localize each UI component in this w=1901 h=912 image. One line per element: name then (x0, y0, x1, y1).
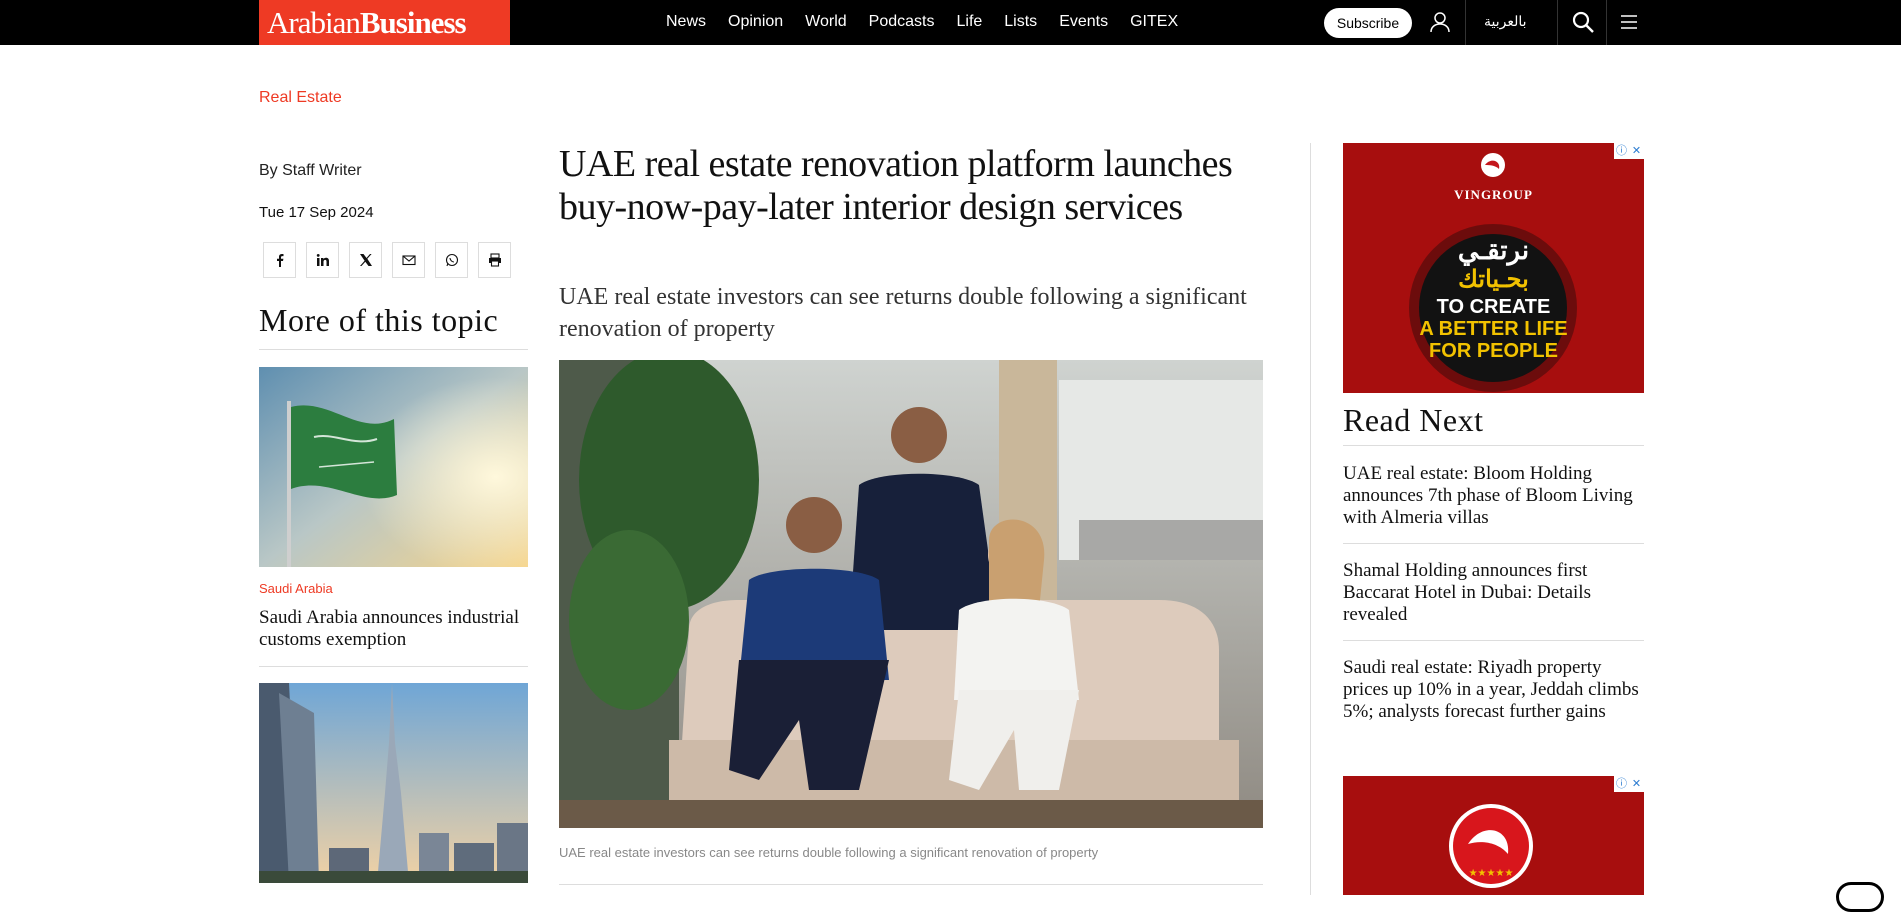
share-bar (263, 242, 511, 278)
nav-divider (1557, 0, 1558, 45)
scroll-to-top-button[interactable] (1836, 882, 1884, 912)
email-icon[interactable] (392, 242, 425, 278)
user-icon[interactable] (1430, 11, 1450, 33)
site-logo[interactable]: ArabianBusiness (259, 0, 510, 45)
nav-item-podcasts[interactable]: Podcasts (869, 0, 935, 45)
section-label[interactable]: Real Estate (259, 89, 342, 107)
print-icon[interactable] (478, 242, 511, 278)
read-next-item[interactable]: UAE real estate: Bloom Holding announces… (1343, 463, 1643, 529)
more-topic-heading: More of this topic (259, 302, 499, 338)
language-switch[interactable]: بالعربية (1484, 0, 1527, 43)
article-subheadline: UAE real estate investors can see return… (559, 284, 1247, 342)
nav-item-lists[interactable]: Lists (1004, 0, 1037, 45)
ad-banner-secondary[interactable]: ⓘ ✕ ★★★★★ (1343, 776, 1644, 895)
logo-text-bold: Business (359, 5, 467, 40)
divider (1343, 640, 1644, 641)
nav-item-gitex[interactable]: GITEX (1130, 0, 1178, 45)
linkedin-icon[interactable] (306, 242, 339, 278)
search-icon[interactable] (1572, 11, 1594, 33)
main-nav: News Opinion World Podcasts Life Lists E… (666, 0, 1200, 45)
nav-item-world[interactable]: World (805, 0, 847, 45)
card-category[interactable]: Saudi Arabia (259, 581, 333, 596)
menu-icon[interactable] (1620, 14, 1638, 30)
read-next-heading: Read Next (1343, 402, 1484, 438)
facebook-icon[interactable] (263, 242, 296, 278)
ad-tagline-3: FOR PEOPLE (1429, 340, 1558, 362)
subscribe-button[interactable]: Subscribe (1324, 8, 1412, 38)
divider (559, 884, 1263, 885)
top-navigation-bar: ArabianBusiness News Opinion World Podca… (0, 0, 1901, 45)
image-caption: UAE real estate investors can see return… (559, 845, 1099, 860)
read-next-item[interactable]: Shamal Holding announces first Baccarat … (1343, 560, 1643, 626)
nav-divider (1465, 0, 1466, 45)
ad-tagline-2: A BETTER LIFE (1419, 318, 1568, 340)
ad-tagline-1: TO CREATE (1436, 296, 1551, 318)
column-divider (1310, 143, 1311, 895)
byline[interactable]: By Staff Writer (259, 162, 362, 180)
whatsapp-icon[interactable] (435, 242, 468, 278)
divider (1343, 445, 1644, 446)
read-next-item[interactable]: Saudi real estate: Riyadh property price… (1343, 657, 1643, 723)
nav-item-life[interactable]: Life (956, 0, 982, 45)
card-title[interactable]: Saudi Arabia announces industrial custom… (259, 607, 528, 651)
ad-banner[interactable]: ⓘ ✕ VINGROUP نرتقـي بحـياتك TO CREATE A … (1343, 143, 1644, 393)
ad-arabic-line-2: بحـياتك (1458, 266, 1529, 293)
article-headline: UAE real estate renovation platform laun… (559, 143, 1233, 228)
hero-image (559, 360, 1263, 828)
divider (259, 666, 528, 667)
nav-item-events[interactable]: Events (1059, 0, 1108, 45)
publish-date: Tue 17 Sep 2024 (259, 204, 374, 221)
nav-item-opinion[interactable]: Opinion (728, 0, 783, 45)
nav-divider (1606, 0, 1607, 45)
divider (1343, 543, 1644, 544)
ad-arabic-line-1: نرتقـي (1457, 235, 1530, 265)
x-icon[interactable] (349, 242, 382, 278)
svg-text:★★★★★: ★★★★★ (1469, 868, 1514, 879)
card-image-dubai-skyline[interactable] (259, 683, 528, 883)
divider (259, 349, 528, 350)
logo-text-regular: Arabian (267, 5, 361, 40)
card-image-saudi-flag[interactable] (259, 367, 528, 567)
nav-item-news[interactable]: News (666, 0, 706, 45)
